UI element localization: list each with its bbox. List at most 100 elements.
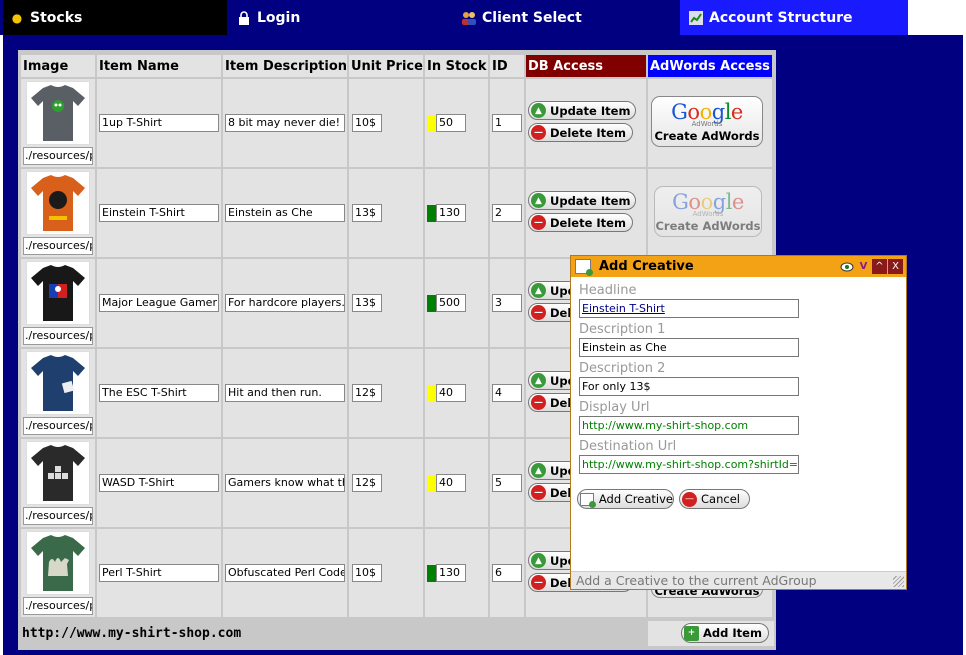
delete-item-button[interactable]: — Delete Item [528,123,633,142]
description2-field[interactable]: For only 13$ [579,377,799,396]
in-stock-field[interactable]: 500 [436,294,466,312]
tab-login-label: Login [257,9,301,26]
update-item-button[interactable]: ▲ Update Item [528,191,636,210]
no-entry-icon: — [531,305,546,320]
col-header-item-description: Item Description [223,55,347,77]
image-path-field[interactable]: ./resources/p [23,507,93,525]
item-description-field[interactable]: 8 bit may never die! [225,114,345,132]
image-path-field[interactable]: ./resources/p [23,237,93,255]
image-path-field[interactable]: ./resources/p [23,327,93,345]
id-field[interactable]: 3 [492,294,522,312]
delete-item-button[interactable]: — Delete Item [528,213,633,232]
image-path-field[interactable]: ./resources/p [23,597,93,615]
in-stock-field[interactable]: 130 [436,564,466,582]
tshirt-thumbnail [26,531,90,595]
no-entry-icon: — [531,395,546,410]
chevron-up-icon[interactable]: ^ [872,259,887,274]
id-field[interactable]: 2 [492,204,522,222]
item-description-field[interactable]: Obfuscated Perl Code. [225,564,345,582]
no-entry-icon: — [531,485,546,500]
users-icon [461,10,477,26]
in-stock-field[interactable]: 50 [436,114,466,132]
col-header-unit-price: Unit Price [349,55,423,77]
update-item-button[interactable]: ▲ Update Item [528,101,636,120]
tab-client-select[interactable]: Client Select [455,0,680,35]
stock-level-indicator [427,295,436,312]
id-field[interactable]: 6 [492,564,522,582]
image-path-field[interactable]: ./resources/p [23,147,93,165]
item-description-field[interactable]: For hardcore players. [225,294,345,312]
tshirt-thumbnail [26,81,90,145]
item-description-field[interactable]: Hit and then run. [225,384,345,402]
add-creative-label: Add Creative [598,492,673,506]
id-field[interactable]: 4 [492,384,522,402]
in-stock-field[interactable]: 40 [436,474,466,492]
unit-price-field[interactable]: 10$ [352,564,382,582]
item-name-field[interactable]: The ESC T-Shirt [99,384,219,402]
headline-field[interactable]: Einstein T-Shirt [579,299,799,318]
tshirt-thumbnail [26,171,90,235]
arrow-up-icon: ▲ [531,553,546,568]
item-name-field[interactable]: Major League Gamer [99,294,219,312]
lock-icon [236,10,252,26]
col-header-in-stock: In Stock [425,55,488,77]
unit-price-field[interactable]: 12$ [352,384,382,402]
tab-client-select-label: Client Select [482,9,582,26]
arrow-up-icon: ▲ [531,283,546,298]
stock-level-indicator [427,205,436,222]
coins-icon: ● [11,10,23,25]
stock-level-indicator [427,565,436,582]
stock-level-indicator [427,385,436,402]
id-field[interactable]: 1 [492,114,522,132]
item-name-field[interactable]: Einstein T-Shirt [99,204,219,222]
description1-field[interactable]: Einstein as Che [579,338,799,357]
no-entry-icon: — [531,575,546,590]
tab-login[interactable]: Login [230,0,450,35]
eye-icon[interactable] [839,259,854,274]
in-stock-field[interactable]: 40 [436,384,466,402]
display-url-field[interactable]: http://www.my-shirt-shop.com [579,416,799,435]
image-path-field[interactable]: ./resources/p [23,417,93,435]
create-adwords-button[interactable]: Google AdWords Create AdWords [651,96,763,147]
update-item-label: Update Item [550,103,631,118]
cancel-label: Cancel [701,492,740,506]
id-field[interactable]: 5 [492,474,522,492]
chevron-down-icon[interactable]: V [856,259,871,274]
unit-price-field[interactable]: 13$ [352,204,382,222]
unit-price-field[interactable]: 12$ [352,474,382,492]
add-item-label: Add Item [703,626,762,640]
in-stock-field[interactable]: 130 [436,204,466,222]
close-icon[interactable]: X [888,259,903,274]
add-icon: + [684,625,699,641]
update-item-label: Update Item [550,193,631,208]
unit-price-field[interactable]: 10$ [352,114,382,132]
col-header-image: Image [21,55,95,77]
add-creative-button[interactable]: Add Creative [577,489,674,509]
arrow-up-icon: ▲ [531,373,546,388]
tshirt-thumbnail [26,441,90,505]
item-name-field[interactable]: Perl T-Shirt [99,564,219,582]
tab-stocks-label: Stocks [30,9,83,26]
tab-stocks[interactable]: ● Stocks [3,0,227,35]
tab-account-structure[interactable]: Account Structure [680,0,908,35]
destination-url-field[interactable]: http://www.my-shirt-shop.com?shirtId=2 [579,455,799,474]
delete-item-label: Delete Item [550,215,626,230]
resize-grip-icon[interactable] [893,576,904,587]
cancel-button[interactable]: — Cancel [679,489,750,509]
display-url-label: Display Url [579,400,650,415]
window-add-icon [580,492,596,508]
adwords-sublabel: AdWords [691,120,723,128]
item-description-field[interactable]: Gamers know what this m [225,474,345,492]
item-description-field[interactable]: Einstein as Che [225,204,345,222]
delete-item-label: Delete Item [550,125,626,140]
arrow-up-icon: ▲ [531,193,546,208]
create-adwords-label: Create AdWords [655,219,761,233]
no-entry-icon: — [531,125,546,140]
item-name-field[interactable]: 1up T-Shirt [99,114,219,132]
item-name-field[interactable]: WASD T-Shirt [99,474,219,492]
create-adwords-button[interactable]: Google AdWords Create AdWords [654,186,762,237]
unit-price-field[interactable]: 13$ [352,294,382,312]
add-item-button[interactable]: + Add Item [681,623,769,643]
chart-icon [688,10,704,26]
dialog-title: Add Creative [599,259,694,274]
